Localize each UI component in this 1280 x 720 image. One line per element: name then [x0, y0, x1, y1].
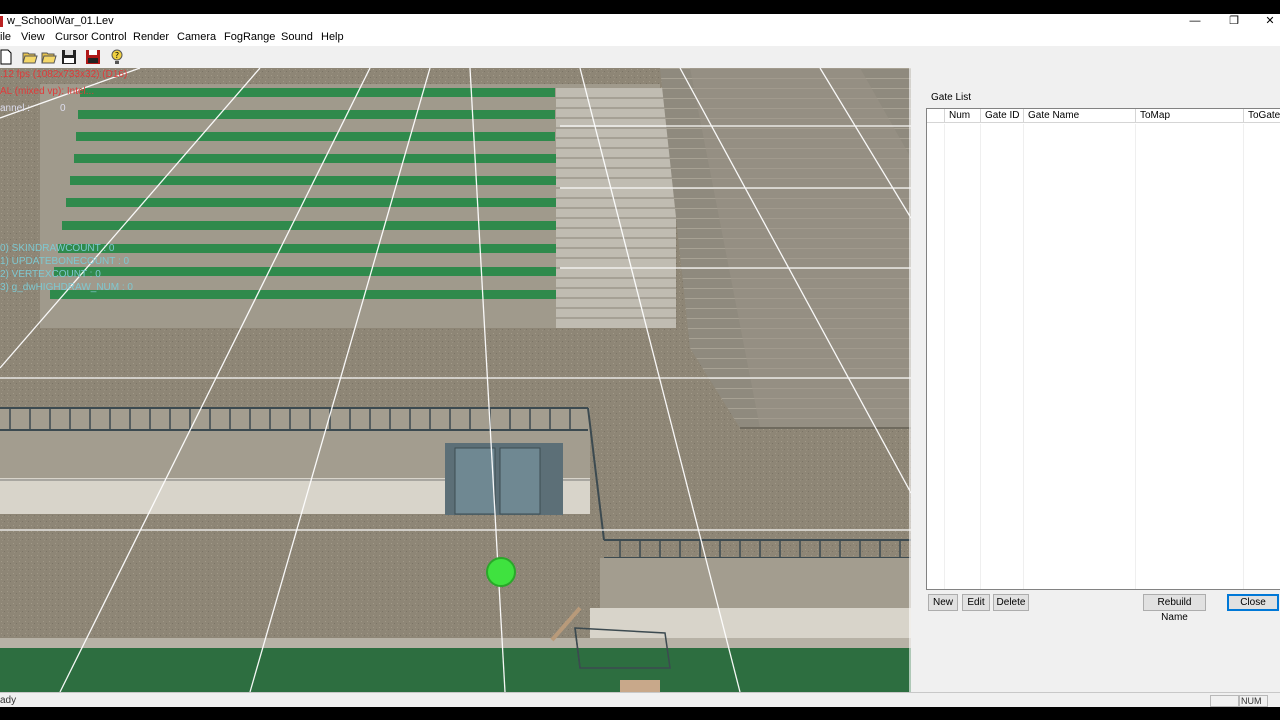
help-icon[interactable]: ?: [109, 49, 125, 65]
delete-gate-button[interactable]: Delete: [993, 594, 1029, 611]
restore-button[interactable]: ❐: [1219, 14, 1249, 30]
column-divider: [1135, 124, 1136, 589]
menu-file[interactable]: ile: [0, 31, 11, 43]
bottom-letterbox: [0, 707, 1280, 720]
menu-cursor-control[interactable]: Cursor Control: [55, 31, 127, 43]
window-title: w_SchoolWar_01.Lev: [7, 15, 114, 27]
fps-readout: .12 fps (1082x733x32) (D16): [0, 69, 128, 80]
gate-list-table[interactable]: Num Gate ID Gate Name ToMap ToGate: [926, 108, 1280, 590]
status-bar: ady NUM: [0, 692, 1280, 707]
device-readout: AL (mixed vp): Intel...: [0, 86, 95, 97]
menu-view[interactable]: View: [21, 31, 45, 43]
minimize-button[interactable]: —: [1180, 14, 1210, 30]
column-header-gate-name[interactable]: Gate Name: [1024, 109, 1136, 123]
column-header-togate[interactable]: ToGate: [1244, 109, 1280, 123]
svg-text:?: ?: [115, 51, 119, 60]
save-as-disk-icon[interactable]: [85, 49, 101, 65]
toolbar: ?: [0, 46, 1280, 69]
gate-door: [445, 443, 563, 515]
num-lock-indicator: NUM: [1238, 695, 1268, 707]
open-folder-icon[interactable]: [41, 49, 57, 65]
column-header-tomap[interactable]: ToMap: [1136, 109, 1244, 123]
close-window-button[interactable]: ✕: [1255, 14, 1280, 30]
open-folder-icon[interactable]: [22, 49, 38, 65]
menu-camera[interactable]: Camera: [177, 31, 216, 43]
status-indicator-empty: [1210, 695, 1240, 707]
stat-vertexcount: 2) VERTEXCOUNT : 0: [0, 269, 101, 280]
channel-label: annel :: [0, 103, 31, 114]
column-divider: [944, 124, 945, 589]
gate-list-title: Gate List: [931, 92, 972, 103]
3d-viewport[interactable]: .12 fps (1082x733x32) (D16) AL (mixed vp…: [0, 68, 911, 692]
rebuild-name-button[interactable]: Rebuild Name: [1143, 594, 1206, 623]
column-header-select[interactable]: [927, 109, 945, 123]
column-divider: [1023, 124, 1024, 589]
gate-list-panel: Gate List Num Gate ID Gate Name ToMap To…: [911, 68, 1280, 692]
column-header-gate-id[interactable]: Gate ID: [981, 109, 1024, 123]
stat-updatebonecount: 1) UPDATEBONECOUNT : 0: [0, 256, 130, 267]
column-header-num[interactable]: Num: [945, 109, 981, 123]
top-letterbox: [0, 0, 1280, 14]
level-scene: [0, 68, 911, 692]
status-text: ady: [0, 695, 17, 706]
close-panel-button[interactable]: Close: [1227, 594, 1279, 611]
menu-fogrange[interactable]: FogRange: [224, 31, 275, 43]
stat-skindrawcount: 0) SKINDRAWCOUNT : 0: [0, 243, 115, 254]
menu-help[interactable]: Help: [321, 31, 344, 43]
edit-gate-button[interactable]: Edit: [962, 594, 990, 611]
new-gate-button[interactable]: New: [928, 594, 958, 611]
new-file-icon[interactable]: [0, 49, 16, 65]
menu-sound[interactable]: Sound: [281, 31, 313, 43]
column-divider: [1243, 124, 1244, 589]
title-bar: w_SchoolWar_01.Lev — ❐ ✕: [0, 14, 1280, 30]
column-divider: [980, 124, 981, 589]
menu-bar: ile View Cursor Control Render Camera Fo…: [0, 30, 1280, 46]
channel-value: 0: [60, 103, 66, 114]
menu-render[interactable]: Render: [133, 31, 169, 43]
stat-highdraw-num: 3) g_dwHIGHDRAW_NUM : 0: [0, 282, 133, 293]
app-icon: [0, 16, 3, 27]
save-disk-icon[interactable]: [61, 49, 77, 65]
